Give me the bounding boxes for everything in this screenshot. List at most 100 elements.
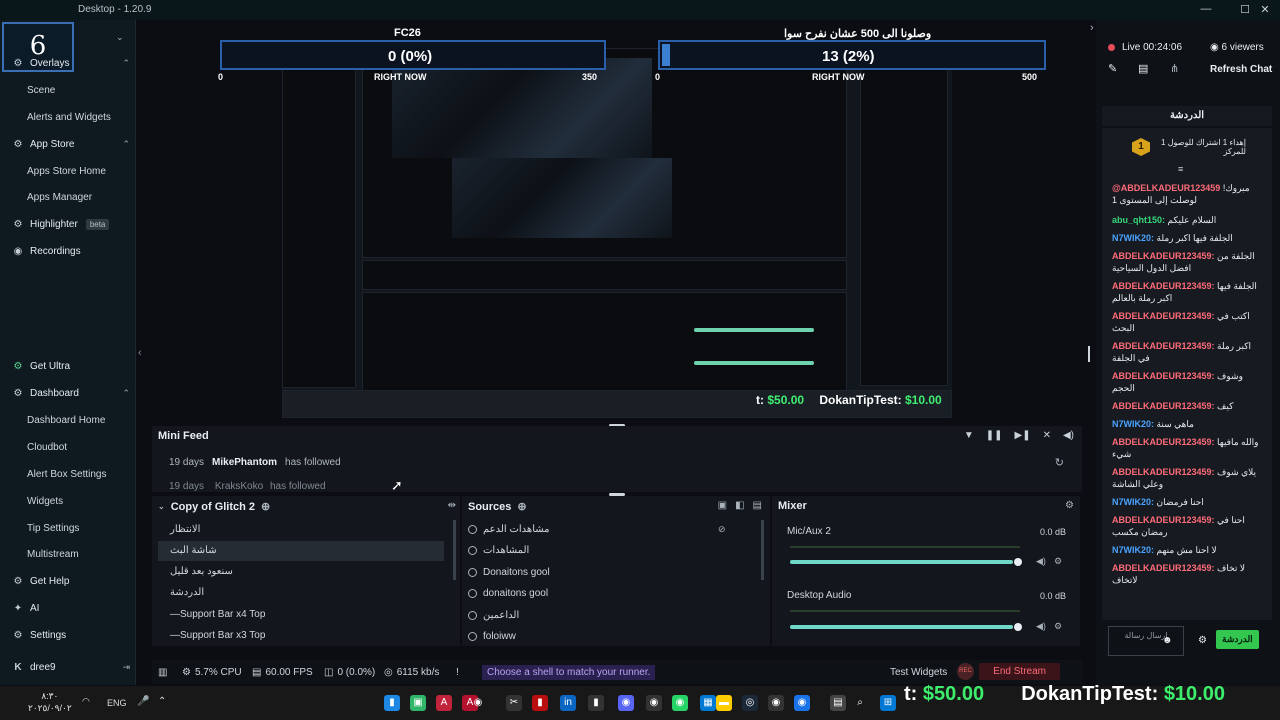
app-icon[interactable]: A (436, 695, 452, 711)
search-icon[interactable]: ⌕ (852, 695, 868, 711)
streamlabs-icon[interactable]: ▣ (410, 695, 426, 711)
chat-input[interactable]: إرسال رسالة (1108, 626, 1184, 656)
sidebar-app-store[interactable]: ⚙ App Store ⌃ (12, 139, 130, 150)
collapse-sidebar-icon[interactable]: ‹ (138, 347, 142, 359)
chat-username[interactable]: ABDELKADEUR123459: (1112, 437, 1215, 447)
microphone-icon[interactable]: 🎤 (137, 696, 149, 707)
scene-item[interactable]: —Support Bar x3 Top (158, 626, 444, 646)
folder-icon[interactable]: ▤ (753, 500, 762, 511)
info-icon[interactable]: ! (456, 667, 459, 678)
visibility-off-icon[interactable]: ⊘ (718, 524, 726, 535)
end-stream-button[interactable]: End Stream (979, 663, 1060, 680)
clock[interactable]: ٨:٣٠ ٢٠٢٥/٠٩/٠٢ (28, 690, 72, 714)
mute-alerts-icon[interactable]: ✕ (1043, 430, 1051, 441)
app-icon[interactable]: ▮ (532, 695, 548, 711)
source-item[interactable]: donaitons gool (468, 588, 548, 599)
sidebar-item-cloudbot[interactable]: Cloudbot (27, 442, 67, 453)
edit-icon[interactable]: ✎ (1108, 62, 1117, 75)
filter-icon[interactable]: ▼ (964, 430, 974, 441)
source-item[interactable]: المشاهدات (468, 545, 529, 556)
sidebar-settings[interactable]: ⚙ Settings (12, 630, 130, 641)
sidebar-item-dashboard-home[interactable]: Dashboard Home (27, 415, 105, 426)
scene-item[interactable]: الدردشة (158, 583, 444, 603)
speaker-icon[interactable]: ◀) (1036, 556, 1046, 567)
sidebar-item-alerts-widgets[interactable]: Alerts and Widgets (27, 112, 111, 123)
chat-username[interactable]: ABDELKADEUR123459: (1112, 401, 1215, 411)
sidebar-get-ultra[interactable]: ⚙ Get Ultra (12, 361, 130, 372)
volume-slider[interactable] (790, 625, 1013, 629)
logout-icon[interactable]: ⇥ (122, 662, 130, 673)
discord-icon[interactable]: ◉ (618, 695, 634, 711)
sidebar-user[interactable]: K dree9 ⇥ (12, 662, 130, 673)
sidebar-item-widgets[interactable]: Widgets (27, 496, 63, 507)
shell-message[interactable]: Choose a shell to match your runner. (482, 665, 656, 680)
sidebar-ai[interactable]: ✦ AI (12, 603, 130, 614)
scene-item[interactable]: سنعود بعد قليل (158, 562, 444, 582)
linkedin-icon[interactable]: in (560, 695, 576, 711)
preview-canvas[interactable] (282, 48, 952, 418)
gear-icon[interactable]: ⚙ (1198, 635, 1207, 646)
dual-output-icon[interactable]: ◧ (735, 500, 744, 511)
sidebar-item-scene[interactable]: Scene (27, 85, 55, 96)
sources-scrollbar[interactable] (761, 520, 764, 580)
chrome-icon[interactable]: ◉ (470, 695, 486, 711)
folder-icon[interactable]: ▬ (716, 695, 732, 711)
app-icon[interactable]: ▮ (588, 695, 604, 711)
chevron-down-icon[interactable]: ⌄ (116, 32, 124, 43)
chat-username[interactable]: ABDELKADEUR123459: (1112, 563, 1215, 573)
maximize-icon[interactable]: ☐ (1238, 3, 1252, 16)
edge-icon[interactable]: ◉ (794, 695, 810, 711)
replay-icon[interactable]: ↻ (1055, 456, 1064, 469)
add-scene-icon[interactable]: ⊕ (261, 500, 270, 513)
chat-username[interactable]: abu_qht150: (1112, 215, 1165, 225)
chat-send-button[interactable]: الدردشة (1216, 630, 1259, 649)
chat-username[interactable]: N7WIK20: (1112, 419, 1154, 429)
chat-username[interactable]: ABDELKADEUR123459: (1112, 515, 1215, 525)
gear-icon[interactable]: ⚙ (1054, 621, 1062, 632)
app-icon[interactable]: ▤ (830, 695, 846, 711)
chevron-down-icon[interactable]: ⌄ (158, 502, 165, 511)
windows-start-icon[interactable]: ⊞ (880, 695, 896, 711)
speaker-icon[interactable]: ◀) (1036, 621, 1046, 632)
sidebar-overlays[interactable]: ⚙ Overlays ⌃ (12, 58, 130, 69)
scroll-indicator-icon[interactable]: ≡ (1178, 164, 1183, 174)
sidebar-highlighter[interactable]: ⚙ Highlighter beta (12, 219, 130, 230)
chat-username[interactable]: ABDELKADEUR123459: (1112, 341, 1215, 351)
sidebar-item-apps-manager[interactable]: Apps Manager (27, 192, 92, 203)
file-explorer-icon[interactable]: ▮ (384, 695, 400, 711)
chevron-up-icon[interactable]: ⌃ (158, 696, 166, 707)
gear-icon[interactable]: ⚙ (1065, 500, 1074, 511)
source-item[interactable]: foloiww (468, 631, 516, 642)
stats-icon[interactable]: ▥ (158, 667, 167, 678)
slider-knob[interactable] (1014, 558, 1022, 566)
chat-username[interactable]: @ABDELKADEUR123459 (1112, 183, 1220, 193)
scene-transitions-icon[interactable]: ⇹ (448, 500, 456, 511)
test-widgets-button[interactable]: Test Widgets (890, 667, 947, 678)
resize-handle[interactable] (1088, 346, 1090, 362)
app-icon[interactable]: ◉ (768, 695, 784, 711)
chat-username[interactable]: N7WIK20: (1112, 233, 1154, 243)
capcut-icon[interactable]: ✂ (506, 695, 522, 711)
sidebar-item-alert-box-settings[interactable]: Alert Box Settings (27, 469, 106, 480)
sidebar-recordings[interactable]: ◉ Recordings (12, 246, 130, 257)
whatsapp-icon[interactable]: ◉ (672, 695, 688, 711)
emoji-icon[interactable]: ☻ (1162, 635, 1173, 646)
pause-icon[interactable]: ❚❚ (986, 430, 1003, 441)
selective-recording-icon[interactable]: ▣ (718, 500, 727, 511)
store-icon[interactable]: ▦ (700, 695, 716, 711)
refresh-chat-button[interactable]: Refresh Chat (1210, 64, 1272, 75)
scene-item[interactable]: الانتظار (158, 520, 444, 540)
minimize-icon[interactable]: — (1199, 3, 1213, 15)
chat-username[interactable]: ABDELKADEUR123459: (1112, 281, 1215, 291)
source-item[interactable]: مشاهدات الدعم (468, 524, 550, 535)
chat-username[interactable]: N7WIK20: (1112, 545, 1154, 555)
volume-icon[interactable]: ◀) (1063, 430, 1074, 441)
close-icon[interactable]: ✕ (1258, 3, 1272, 16)
language-indicator[interactable]: ENG (107, 698, 127, 708)
source-item[interactable]: Donaitons gool (468, 567, 550, 578)
sidebar-item-apps-store-home[interactable]: Apps Store Home (27, 166, 106, 177)
skip-icon[interactable]: ▶❚ (1015, 430, 1031, 441)
sidebar-dashboard[interactable]: ⚙ Dashboard ⌃ (12, 388, 130, 399)
scene-item-active[interactable]: شاشة البث (158, 541, 444, 561)
app-icon[interactable]: ◉ (646, 695, 662, 711)
